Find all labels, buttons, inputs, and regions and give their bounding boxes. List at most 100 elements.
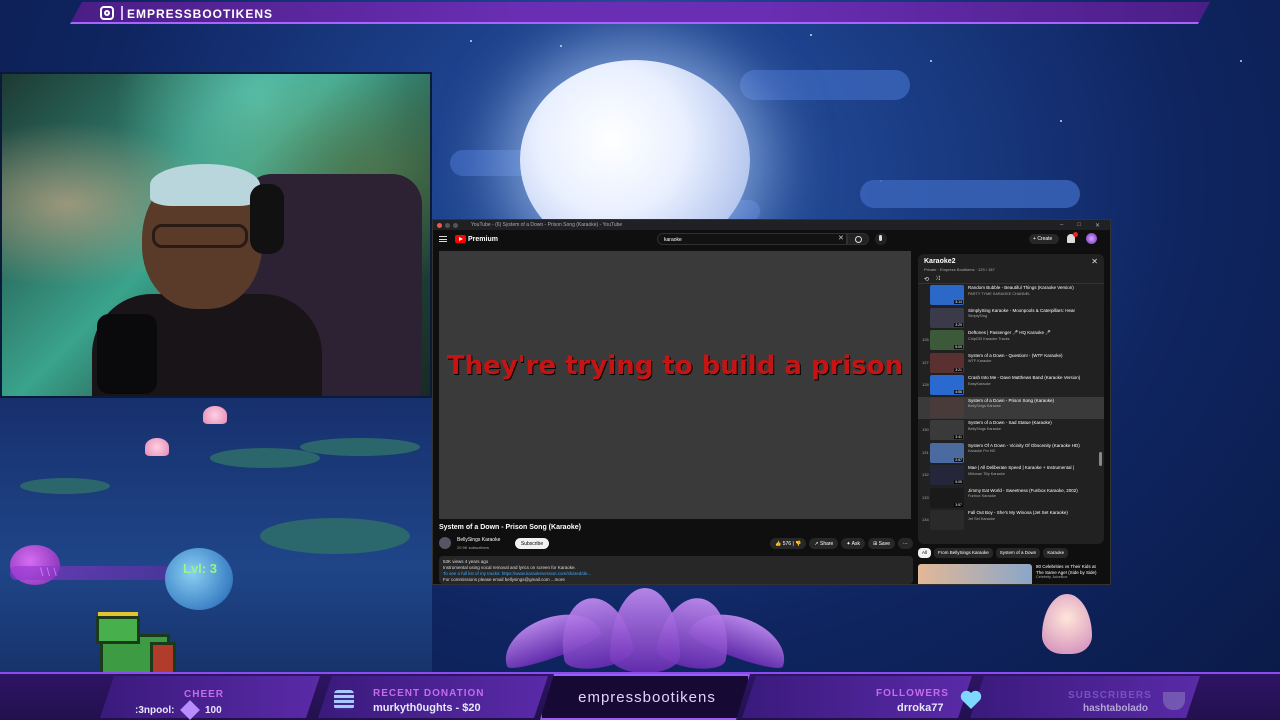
close-icon[interactable]: ✕: [1095, 222, 1100, 229]
playlist-item[interactable]: 131 2:57 System Of A Down - Vicinity Of Ob…: [918, 442, 1104, 465]
playlist-item-thumbnail[interactable]: 3:41: [930, 420, 964, 440]
followers-value: drroka77: [897, 702, 944, 714]
cheer-amount: 100: [205, 705, 222, 716]
playlist-item[interactable]: 130 3:41 System of a Down - Sad Statue (Ka…: [918, 419, 1104, 442]
playlist-item-title[interactable]: SimplySing Karaoke - Moonpools & Caterpi…: [968, 308, 1100, 314]
playlist-item-duration: 5:05: [954, 480, 963, 484]
playlist-item[interactable]: 3:29 SimplySing Karaoke - Moonpools & Cat…: [918, 307, 1104, 330]
level-badge: Lvl: 3: [165, 548, 233, 610]
ask-button[interactable]: ✦ Ask: [841, 538, 865, 549]
subscribe-button[interactable]: Subscribe: [515, 538, 549, 549]
playlist-item-duration: 2:57: [954, 457, 963, 462]
playlist-item-thumbnail[interactable]: 3:21: [930, 352, 964, 373]
shuffle-icon[interactable]: ⤨: [935, 276, 940, 283]
playlist-item-thumbnail[interactable]: [930, 510, 964, 530]
maximize-icon[interactable]: □: [1077, 222, 1081, 229]
tab-title: YouTube - (6) System of a Down - Prison …: [471, 222, 623, 228]
loop-icon[interactable]: ⟲: [924, 276, 929, 283]
filter-chip[interactable]: Karaoke: [1043, 548, 1069, 558]
playlist-item-title[interactable]: System Of A Down - Vicinity Of Obscenity…: [968, 443, 1100, 449]
playlist-item-title[interactable]: System of a Down - Question! - (WTF Kara…: [968, 353, 1100, 359]
playlist-item-thumbnail[interactable]: 5:05: [930, 465, 964, 485]
playlist-item[interactable]: 126 5:09 Deftones | Passenger 🎤 HQ Karaoke…: [918, 329, 1104, 352]
like-button[interactable]: 👍 576 | 👎: [770, 538, 807, 549]
playlist-item-title[interactable]: Deftones | Passenger 🎤 HQ Karaoke 🎤: [968, 330, 1100, 336]
playlist-item-title[interactable]: System of a Down - Sad Statue (Karaoke): [968, 420, 1100, 426]
playlist-item-thumbnail[interactable]: 5:09: [930, 330, 964, 350]
playlist-item-channel: BellySings Karaoke: [968, 426, 1001, 431]
youtube-logo[interactable]: Premium: [455, 235, 498, 243]
playlist-item-title[interactable]: Jimmy Eat World - Sweetness (Funbox Kara…: [968, 488, 1100, 494]
channel-avatar[interactable]: [439, 537, 451, 549]
playlist-item-title[interactable]: System of a Down - Prison Song (Karaoke): [968, 398, 1100, 404]
playlist-item-title[interactable]: Fall Out Boy - She's My Winona (Jet Set …: [968, 510, 1100, 516]
playlist-item-index: 127: [922, 359, 929, 365]
notifications-bell-icon[interactable]: [1067, 232, 1078, 243]
playlist-item-index: [922, 308, 930, 315]
playlist-item-duration: 4:56: [954, 390, 963, 394]
back-icon[interactable]: [445, 222, 450, 228]
description-line: For commissions please email bellysings@…: [443, 577, 565, 582]
channel-name[interactable]: BellySings Karaoke: [457, 537, 500, 543]
video-description[interactable]: 53K views 4 years ago Instrumental using…: [439, 556, 913, 584]
playlist-item-thumbnail[interactable]: 4:56: [930, 375, 964, 395]
clear-search-icon[interactable]: ✕: [838, 234, 844, 242]
playlist-item-thumbnail[interactable]: 2:57: [930, 442, 964, 463]
menu-icon[interactable]: [439, 236, 447, 242]
voice-search-icon[interactable]: [875, 233, 887, 245]
playlist-panel: Karaoke2 Private · Empress Bootikens · 1…: [918, 254, 1104, 544]
recommended-channel: Celebrity JuiceBox: [1036, 575, 1068, 579]
filter-chip[interactable]: System of a Down: [995, 548, 1041, 558]
playlist-item-title[interactable]: Mae | All Deliberate Speed | Karaoke + I…: [968, 465, 1100, 471]
playlist-item[interactable]: 133 3:57 Jimmy Eat World - Sweetness (Funb…: [918, 487, 1104, 510]
create-button[interactable]: + Create: [1029, 234, 1059, 244]
playlist-item[interactable]: System of a Down - Prison Song (Karaoke)…: [918, 396, 1104, 419]
playlist-items: 3:14 Random Bubble - Beautiful Things (Ka…: [918, 284, 1104, 532]
playlist-item-index: 133: [922, 494, 929, 500]
filter-chip[interactable]: From BellySings Karaoke: [934, 548, 993, 558]
playlist-item-title[interactable]: Random Bubble - Beautiful Things (Karaok…: [968, 285, 1100, 291]
headphones: [250, 184, 284, 254]
browser-window: YouTube - (6) System of a Down - Prison …: [432, 219, 1111, 585]
close-playlist-icon[interactable]: ✕: [1091, 257, 1098, 266]
playlist-item[interactable]: 134 Fall Out Boy - She's My Winona (Jet S…: [918, 509, 1104, 532]
playlist-item-channel: Funbox Karaoke: [968, 494, 996, 498]
channel-name-plate: empressbootikens: [540, 674, 750, 720]
filter-chips: All From BellySings Karaoke System of a Do…: [918, 548, 1104, 560]
playlist-item-channel: Chip233 Karaoke Tracks: [968, 336, 1010, 341]
share-button[interactable]: ↗ Share: [809, 538, 839, 549]
playlist-item-thumbnail[interactable]: 3:29: [930, 307, 964, 328]
forward-icon[interactable]: [453, 222, 458, 228]
subscriber-count: 20.9K subscribers: [457, 545, 490, 550]
microphone: [97, 314, 157, 394]
playlist-item-duration: 3:14: [954, 300, 963, 304]
playlist-item-duration: 3:21: [954, 367, 963, 372]
search-input[interactable]: karaoke: [657, 233, 847, 245]
account-avatar[interactable]: [1086, 233, 1097, 244]
playlist-item[interactable]: 3:14 Random Bubble - Beautiful Things (Ka…: [918, 284, 1104, 307]
money-stack-icon: [334, 690, 354, 710]
filter-chip[interactable]: All: [918, 548, 932, 558]
minimize-icon[interactable]: –: [1060, 222, 1063, 229]
instagram-icon: [100, 6, 114, 20]
playlist-item[interactable]: 127 3:21 System of a Down - Question! - (W…: [918, 352, 1104, 375]
playlist-item[interactable]: 128 4:56 Crash Into Me - Dave Matthews Ban…: [918, 374, 1104, 397]
close-window-icon[interactable]: [437, 222, 442, 228]
recommended-thumbnail[interactable]: [918, 564, 1032, 584]
video-player[interactable]: They're trying to build a prison: [439, 251, 911, 519]
top-banner: EMPRESSBOOTIKENS: [70, 2, 1210, 24]
recommended-title[interactable]: 80 Celebrities vs Their Kids at The Same…: [1036, 564, 1104, 575]
playlist-scrollbar[interactable]: [1099, 452, 1102, 466]
recommended-video[interactable]: 80 Celebrities vs Their Kids at The Same…: [918, 564, 1104, 584]
save-button[interactable]: ⊞ Save: [868, 538, 895, 549]
playlist-item-thumbnail[interactable]: [930, 397, 964, 418]
playlist-item[interactable]: 132 5:05 Mae | All Deliberate Speed | Kara…: [918, 464, 1104, 487]
playlist-item-title[interactable]: Crash Into Me - Dave Matthews Band (Kara…: [968, 375, 1100, 381]
create-label: Create: [1037, 236, 1053, 242]
playlist-item-thumbnail[interactable]: 3:14: [930, 285, 964, 305]
search-button[interactable]: [847, 233, 869, 245]
playlist-item-thumbnail[interactable]: 3:57: [930, 487, 964, 508]
playlist-item-channel: WTF Karaoke: [968, 359, 992, 363]
streamer-name: empressbootikens: [578, 689, 716, 706]
more-options-icon[interactable]: ⋯: [898, 538, 913, 549]
